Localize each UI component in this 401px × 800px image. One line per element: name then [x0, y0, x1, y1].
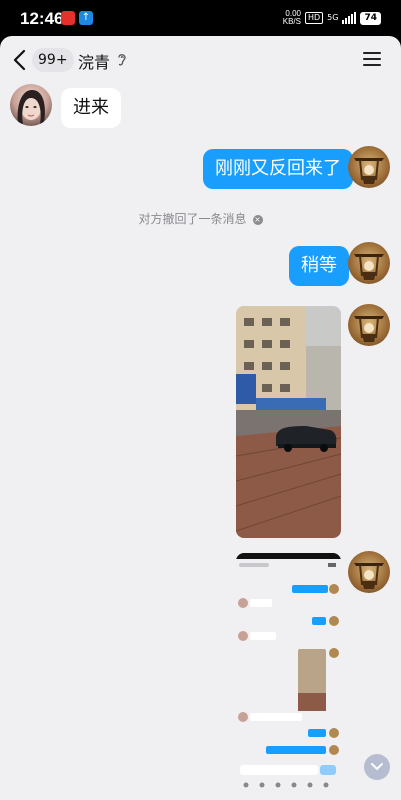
upload-notification-icon: ↑: [79, 11, 93, 25]
chat-screenshot-thumbnail: [236, 553, 341, 800]
recall-info-icon[interactable]: ×: [252, 214, 263, 225]
my-avatar-art: [354, 158, 384, 184]
message-bubble-outgoing[interactable]: 刚刚又反回来了: [203, 149, 353, 189]
unread-badge[interactable]: 99+: [32, 48, 74, 72]
chevron-left-icon[interactable]: [10, 48, 32, 72]
my-avatar-art: [354, 254, 384, 280]
hamburger-menu-icon[interactable]: [362, 50, 382, 68]
my-avatar-art: [354, 316, 384, 342]
street-photo: [236, 306, 341, 538]
status-right: 0.00 KB/S HD 5G 74: [283, 10, 381, 26]
scroll-to-bottom-button[interactable]: [364, 754, 390, 780]
image-message-chat-screenshot[interactable]: [236, 553, 341, 800]
signal-icon: [342, 12, 357, 24]
my-avatar[interactable]: [348, 551, 390, 593]
chat-window: 99+ 浣青 进来 刚刚又反回来了 对方撤回了一条消息 × 稍等: [0, 36, 401, 800]
contact-avatar-portrait: [17, 90, 45, 124]
my-avatar[interactable]: [348, 242, 390, 284]
my-avatar[interactable]: [348, 146, 390, 188]
recall-text: 对方撤回了一条消息: [138, 212, 247, 226]
chat-header: 99+ 浣青: [0, 36, 401, 84]
chevron-down-icon: [371, 763, 383, 770]
notification-app-icon: [61, 11, 75, 25]
status-bar: 12:46 ↑ 0.00 KB/S HD 5G 74: [0, 0, 401, 36]
message-bubble-incoming[interactable]: 进来: [61, 88, 121, 128]
status-time: 12:46: [20, 9, 64, 28]
battery-indicator: 74: [360, 11, 381, 25]
message-bubble-outgoing[interactable]: 稍等: [289, 246, 349, 286]
contact-name: 浣青: [78, 53, 111, 72]
recall-notice: 对方撤回了一条消息 ×: [0, 210, 401, 227]
network-type: 5G: [327, 13, 339, 22]
my-avatar[interactable]: [348, 304, 390, 346]
network-speed: 0.00 KB/S: [282, 9, 301, 26]
my-avatar-art: [354, 563, 384, 589]
ear-icon: [118, 54, 126, 66]
contact-avatar[interactable]: [10, 84, 52, 126]
image-message-street-photo[interactable]: [236, 306, 341, 538]
hd-indicator: HD: [304, 12, 324, 24]
